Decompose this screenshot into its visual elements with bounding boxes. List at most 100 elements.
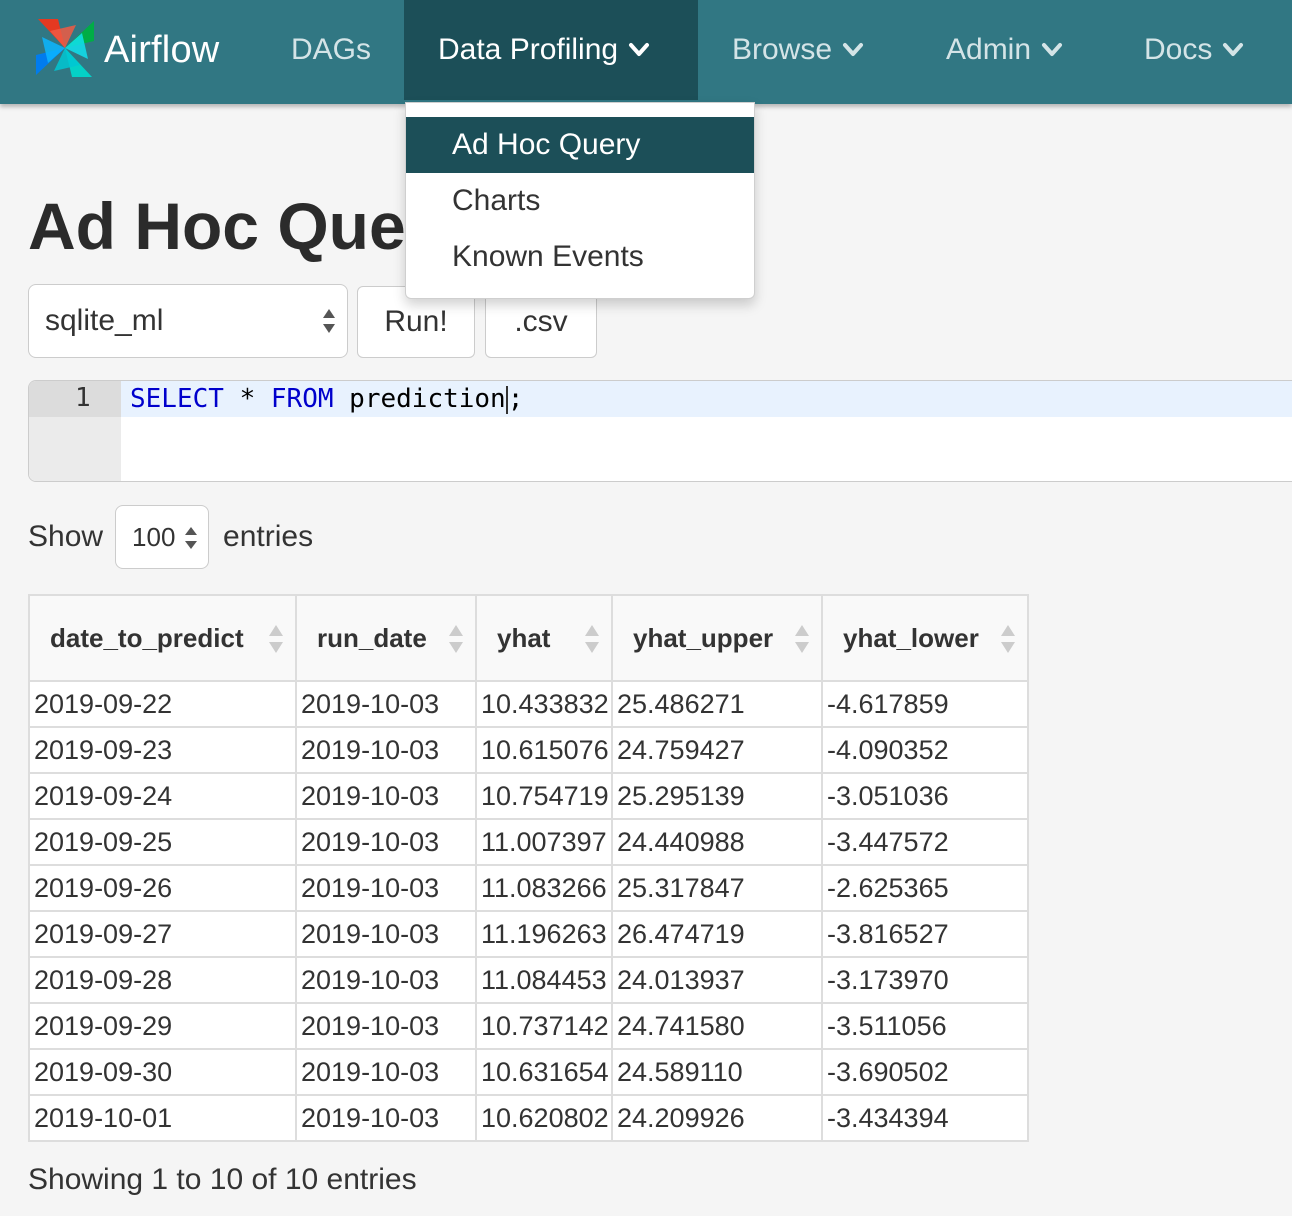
table-row: 2019-09-30 2019-10-03 10.631654 24.589110 -3… (28, 1048, 1029, 1096)
table-cell-yhat-lower: -3.816527 (821, 910, 1029, 958)
nav-docs-label: Docs (1144, 33, 1213, 66)
data-profiling-dropdown: Ad Hoc Query Charts Known Events (405, 102, 755, 299)
table-cell-yhat: 11.083266 (475, 864, 613, 912)
table-cell-yhat-upper: 26.474719 (611, 910, 823, 958)
nav-admin-label: Admin (946, 33, 1032, 66)
table-cell-date-to-predict: 2019-09-24 (28, 772, 297, 820)
table-cell-yhat-lower: -2.625365 (821, 864, 1029, 912)
table-cell-date-to-predict: 2019-09-23 (28, 726, 297, 774)
column-header-yhat[interactable]: yhat (475, 594, 613, 682)
table-cell-yhat: 10.615076 (475, 726, 613, 774)
chevron-down-icon (1041, 42, 1063, 58)
menu-item-label: Known Events (452, 240, 644, 273)
table-cell-yhat-lower: -3.690502 (821, 1048, 1029, 1096)
table-cell-run-date: 2019-10-03 (295, 1002, 477, 1050)
table-cell-date-to-predict: 2019-09-22 (28, 680, 297, 728)
column-header-label: date_to_predict (50, 622, 244, 653)
nav-data-profiling[interactable]: Data Profiling (404, 0, 698, 100)
table-cell-date-to-predict: 2019-09-26 (28, 864, 297, 912)
sql-keyword-from: FROM (270, 384, 334, 414)
menu-item-ad-hoc-query[interactable]: Ad Hoc Query (406, 117, 754, 173)
table-cell-date-to-predict: 2019-10-01 (28, 1094, 297, 1142)
table-cell-yhat-lower: -3.434394 (821, 1094, 1029, 1142)
table-row: 2019-09-24 2019-10-03 10.754719 25.295139 -3… (28, 772, 1029, 820)
nav-docs[interactable]: Docs (1110, 0, 1278, 100)
column-header-label: run_date (317, 622, 427, 653)
brand-link[interactable]: Airflow (28, 10, 219, 90)
results-table: date_to_predict run_date yhat yhat_upper… (28, 594, 1029, 1142)
table-row: 2019-10-01 2019-10-03 10.620802 24.209926 -3… (28, 1094, 1029, 1142)
sort-icon (999, 622, 1017, 656)
nav-browse[interactable]: Browse (698, 0, 898, 100)
column-header-label: yhat_lower (843, 622, 979, 653)
sort-icon (583, 622, 601, 656)
table-cell-yhat-lower: -3.051036 (821, 772, 1029, 820)
column-header-run-date[interactable]: run_date (295, 594, 477, 682)
table-row: 2019-09-22 2019-10-03 10.433832 25.486271 -4… (28, 680, 1029, 728)
top-navbar: Airflow DAGs Data Profiling Browse Admin… (0, 0, 1292, 104)
table-row: 2019-09-26 2019-10-03 11.083266 25.317847 -2… (28, 864, 1029, 912)
table-cell-yhat-upper: 24.589110 (611, 1048, 823, 1096)
page-length-value: 100 (132, 521, 176, 552)
sql-table-name: prediction (349, 384, 506, 414)
table-cell-yhat-upper: 24.209926 (611, 1094, 823, 1142)
sql-star: * (239, 384, 256, 414)
menu-item-label: Ad Hoc Query (452, 128, 641, 161)
page-length-select[interactable]: 100 (115, 505, 210, 569)
table-row: 2019-09-23 2019-10-03 10.615076 24.759427 -4… (28, 726, 1029, 774)
table-cell-run-date: 2019-10-03 (295, 1094, 477, 1142)
table-cell-yhat-lower: -4.617859 (821, 680, 1029, 728)
table-cell-yhat-upper: 24.759427 (611, 726, 823, 774)
csv-button-label: .csv (514, 305, 568, 338)
table-cell-yhat: 11.196263 (475, 910, 613, 958)
table-cell-yhat: 10.433832 (475, 680, 613, 728)
table-cell-yhat-upper: 25.486271 (611, 680, 823, 728)
connection-select[interactable]: sqlite_ml (28, 284, 348, 358)
table-info: Showing 1 to 10 of 10 entries (28, 1163, 417, 1196)
table-cell-yhat: 10.631654 (475, 1048, 613, 1096)
menu-item-charts[interactable]: Charts (406, 173, 754, 229)
chevron-down-icon (842, 42, 864, 58)
nav-dags-label: DAGs (291, 33, 372, 66)
column-header-label: yhat (497, 622, 551, 653)
table-cell-date-to-predict: 2019-09-25 (28, 818, 297, 866)
page-length-control: Show 100 entries (28, 505, 313, 569)
nav-data-profiling-label: Data Profiling (438, 33, 619, 66)
table-cell-yhat-upper: 24.741580 (611, 1002, 823, 1050)
line-number: 1 (75, 383, 91, 413)
table-cell-date-to-predict: 2019-09-30 (28, 1048, 297, 1096)
code-line[interactable]: SELECT * FROM prediction; (130, 381, 523, 417)
table-cell-run-date: 2019-10-03 (295, 772, 477, 820)
chevron-down-icon (1222, 42, 1244, 58)
table-cell-yhat-lower: -3.447572 (821, 818, 1029, 866)
table-cell-yhat-lower: -4.090352 (821, 726, 1029, 774)
show-label: Show (28, 520, 104, 553)
table-cell-run-date: 2019-10-03 (295, 910, 477, 958)
table-cell-yhat: 11.007397 (475, 818, 613, 866)
table-cell-yhat: 10.754719 (475, 772, 613, 820)
sql-keyword-select: SELECT (130, 384, 224, 414)
sort-icon (793, 622, 811, 656)
select-arrows-icon (184, 524, 198, 552)
column-header-date-to-predict[interactable]: date_to_predict (28, 594, 297, 682)
column-header-yhat-lower[interactable]: yhat_lower (821, 594, 1029, 682)
entries-label: entries (223, 520, 314, 553)
connection-value: sqlite_ml (45, 304, 164, 337)
table-cell-yhat-upper: 24.013937 (611, 956, 823, 1004)
nav-dags[interactable]: DAGs (257, 0, 405, 100)
table-row: 2019-09-27 2019-10-03 11.196263 26.474719 -3… (28, 910, 1029, 958)
column-header-label: yhat_upper (633, 622, 774, 653)
menu-item-label: Charts (452, 184, 541, 217)
column-header-yhat-upper[interactable]: yhat_upper (611, 594, 823, 682)
table-cell-run-date: 2019-10-03 (295, 818, 477, 866)
select-arrows-icon (321, 305, 337, 337)
airflow-logo-icon (28, 11, 102, 90)
sql-editor[interactable]: 1 SELECT * FROM prediction; (28, 380, 1292, 482)
table-cell-run-date: 2019-10-03 (295, 1048, 477, 1096)
menu-item-known-events[interactable]: Known Events (406, 229, 754, 285)
table-cell-yhat-lower: -3.511056 (821, 1002, 1029, 1050)
table-cell-yhat-upper: 25.317847 (611, 864, 823, 912)
nav-admin[interactable]: Admin (912, 0, 1097, 100)
table-cell-yhat-upper: 24.440988 (611, 818, 823, 866)
table-header-row: date_to_predict run_date yhat yhat_upper… (28, 594, 1029, 682)
